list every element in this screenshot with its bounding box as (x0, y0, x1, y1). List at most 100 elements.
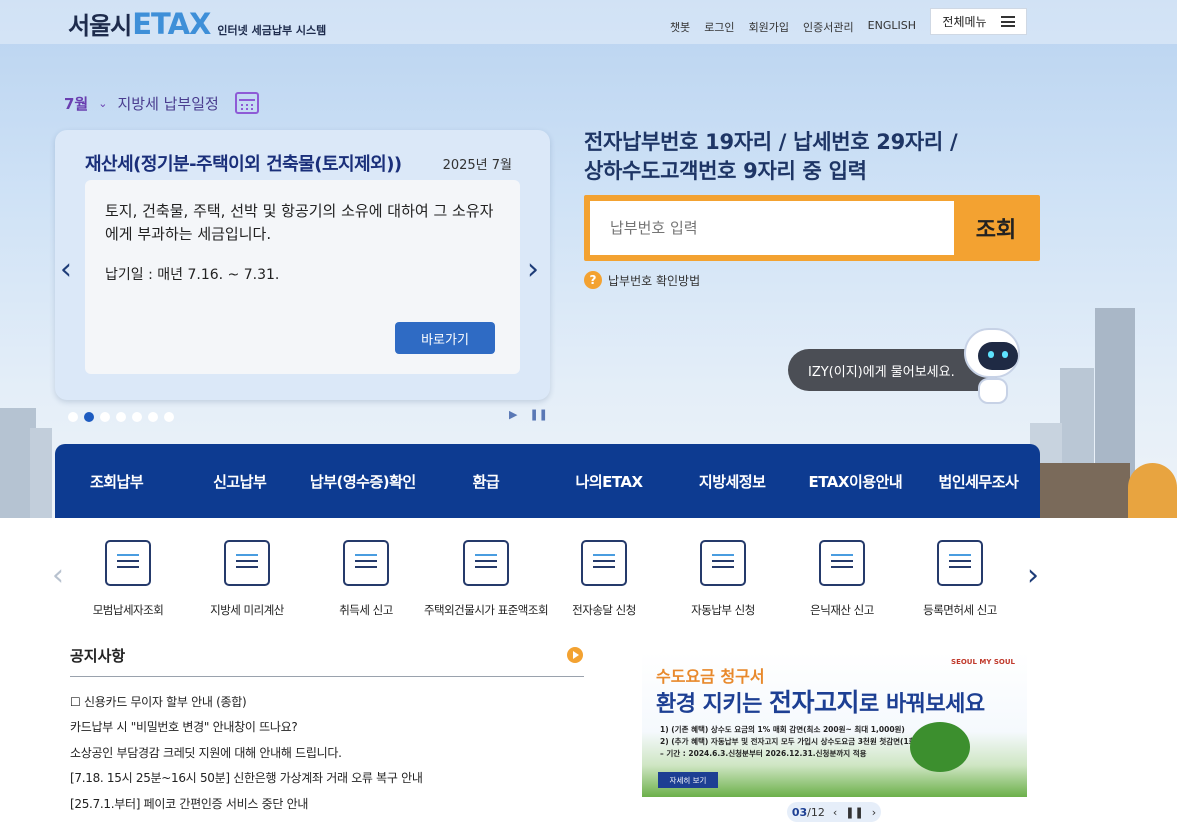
all-menu-label: 전체메뉴 (942, 15, 987, 29)
slide-dot-active[interactable] (84, 412, 94, 422)
schedule-label: 지방세 납부일정 (117, 94, 219, 113)
notice-section: 공지사항 ☐ 신용카드 무이자 할부 안내 (종합) 카드납부 시 "비밀번호 … (70, 645, 584, 817)
quick-item-label: 등록면허세 신고 (923, 603, 997, 617)
go-button[interactable]: 바로가기 (395, 322, 495, 354)
money-bag-icon (819, 540, 865, 586)
slide-dot[interactable] (68, 412, 78, 422)
nav-item-corporate-audit[interactable]: 법인세무조사 (917, 471, 1040, 492)
autumn-tree (1128, 463, 1177, 518)
banner-detail1: 1) (기존 혜택) 상수도 요금의 1% 매회 감면(최소 200원~ 최대 … (660, 725, 905, 734)
search-title-line2: 상하수도고객번호 9자리 중 입력 (584, 159, 867, 183)
quick-item-label: 자동납부 신청 (691, 603, 755, 617)
tax-card-title: 재산세(정기분-주택이외 건축물(토지제외)) (85, 154, 402, 175)
site-logo[interactable]: 서울시 ETAX 인터넷 세금납부 시스템 (68, 6, 326, 41)
quick-item[interactable]: 모범납세자조회 (68, 540, 188, 618)
main-nav: 조회납부 신고납부 납부(영수증)확인 환급 나의ETAX 지방세정보 ETAX… (55, 444, 1040, 518)
tax-card-date: 2025년 7월 (442, 158, 512, 173)
nav-item-inquiry-pay[interactable]: 조회납부 (55, 471, 178, 492)
pager-count: 03/12 (792, 806, 825, 819)
slide-dot[interactable] (100, 412, 110, 422)
search-box: 조회 (584, 195, 1040, 261)
search-button[interactable]: 조회 (956, 201, 1036, 255)
notice-item[interactable]: ☐ 신용카드 무이자 할부 안내 (종합) (70, 690, 584, 715)
notice-item[interactable]: 소상공인 부담경감 크레딧 지원에 대해 안내해 드립니다. (70, 741, 584, 766)
quick-item-label: 주택외건물시가 표준액조회 (423, 603, 549, 617)
city-skyline-left (30, 428, 52, 518)
quick-item-label: 취득세 신고 (339, 603, 393, 617)
quick-next-arrow-icon[interactable]: › (1027, 558, 1039, 593)
slide-dot[interactable] (116, 412, 126, 422)
quick-item-label: 지방세 미리계산 (210, 603, 284, 617)
logo-subtitle: 인터넷 세금납부 시스템 (217, 24, 327, 37)
quick-item-label: 전자송달 신청 (572, 603, 636, 617)
logo-text-seoul: 서울시 (68, 12, 132, 40)
tax-calculator-icon (224, 540, 270, 586)
util-chatbot-link[interactable]: 챗봇 (670, 19, 690, 35)
quick-item[interactable]: 자동납부 신청 (663, 540, 783, 618)
slide-indicator (68, 412, 174, 422)
util-signup-link[interactable]: 회원가입 (749, 19, 789, 35)
notice-item[interactable]: [7.18. 15시 25분~16시 50분] 신한은행 가상계좌 거래 오류 … (70, 766, 584, 791)
banner-detail-button[interactable]: 자세히 보기 (658, 772, 718, 788)
more-arrow-icon[interactable] (567, 647, 583, 663)
quick-item[interactable]: 은닉재산 신고 (782, 540, 902, 618)
slide-dot[interactable] (148, 412, 158, 422)
tax-schedule-card: 재산세(정기분-주택이외 건축물(토지제외)) 2025년 7월 토지, 건축물… (55, 130, 550, 400)
document-edit-icon (937, 540, 983, 586)
hero-section: 서울시 ETAX 인터넷 세금납부 시스템 챗봇 로그인 회원가입 인증서관리 … (0, 0, 1177, 518)
question-icon: ? (584, 271, 602, 289)
nav-item-refund[interactable]: 환급 (424, 471, 547, 492)
nav-item-my-etax[interactable]: 나의ETAX (548, 471, 671, 492)
util-certificate-link[interactable]: 인증서관리 (803, 19, 854, 35)
util-english-link[interactable]: ENGLISH (868, 19, 916, 35)
auto-pay-card-icon (700, 540, 746, 586)
search-title-line1: 전자납부번호 19자리 / 납세번호 29자리 / (584, 130, 958, 154)
notice-item[interactable]: 카드납부 시 "비밀번호 변경" 안내창이 뜨나요? (70, 715, 584, 740)
tax-card-body: 토지, 건축물, 주택, 선박 및 항공기의 소유에 대하여 그 소유자에게 부… (85, 180, 520, 374)
slide-dot[interactable] (164, 412, 174, 422)
util-login-link[interactable]: 로그인 (704, 19, 734, 35)
quick-item[interactable]: 전자송달 신청 (544, 540, 664, 618)
banner-detail3: – 기간 : 2024.6.3.신청분부터 2026.12.31.신청분까지 적… (660, 749, 867, 758)
calendar-icon[interactable] (234, 92, 259, 114)
quick-item[interactable]: 지방세 미리계산 (187, 540, 307, 618)
payment-number-input[interactable] (590, 201, 954, 255)
all-menu-button[interactable]: 전체메뉴 (930, 8, 1027, 35)
banner-detail2: 2) (추가 혜택) 자동납부 및 전자고지 모두 가입시 상수도요금 3천원 … (660, 737, 920, 746)
chatbot-text: IZY(이지)에게 물어보세요. (808, 364, 955, 380)
play-icon[interactable]: ▶ (509, 408, 517, 421)
robot-body (978, 378, 1008, 404)
pause-icon[interactable]: ❚❚ (845, 806, 863, 819)
promo-banner[interactable]: SEOUL MY SOUL 수도요금 청구서 환경 지키는 전자고지로 바꿔보세… (642, 652, 1027, 797)
certificate-search-icon (105, 540, 151, 586)
schedule-selector[interactable]: 7월 ⌄ 지방세 납부일정 (64, 92, 259, 114)
quick-item-label: 은닉재산 신고 (810, 603, 874, 617)
card-prev-arrow-icon[interactable]: ‹ (60, 252, 72, 287)
quick-item[interactable]: 주택외건물시가 표준액조회 (418, 540, 554, 618)
help-label: 납부번호 확인방법 (608, 273, 701, 288)
quick-item[interactable]: 취득세 신고 (306, 540, 426, 618)
quick-item-label: 모범납세자조회 (92, 603, 164, 617)
pager-total: /12 (807, 805, 825, 819)
hamburger-icon (1000, 16, 1015, 27)
schedule-month: 7월 (64, 94, 89, 113)
chevron-left-icon[interactable]: ‹ (833, 806, 837, 819)
quick-prev-arrow-icon[interactable]: ‹ (52, 558, 64, 593)
tax-card-description: 토지, 건축물, 주택, 선박 및 항공기의 소유에 대하여 그 소유자에게 부… (105, 202, 494, 243)
nav-item-receipt[interactable]: 납부(영수증)확인 (301, 471, 424, 492)
robot-face (978, 342, 1018, 370)
pause-icon[interactable]: ❚❚ (529, 408, 547, 421)
notice-item[interactable]: [25.7.1.부터] 페이코 간편인증 서비스 중단 안내 (70, 792, 584, 817)
nav-item-report-pay[interactable]: 신고납부 (178, 471, 301, 492)
quick-item[interactable]: 등록면허세 신고 (900, 540, 1020, 618)
nav-item-local-tax-info[interactable]: 지방세정보 (671, 471, 794, 492)
robot-mascot-icon[interactable] (960, 328, 1030, 408)
banner-headline-c: 로 바꿔보세요 (859, 692, 985, 717)
help-link[interactable]: ? 납부번호 확인방법 (584, 271, 700, 289)
slide-dot[interactable] (132, 412, 142, 422)
chevron-right-icon[interactable]: › (872, 806, 876, 819)
quick-menu: ‹ 모범납세자조회 지방세 미리계산 취득세 신고 주택외건물시가 표준액조회 … (0, 518, 1177, 628)
slide-controls: ▶ ❚❚ (509, 408, 548, 421)
nav-item-etax-guide[interactable]: ETAX이용안내 (794, 471, 917, 492)
card-next-arrow-icon[interactable]: › (527, 252, 539, 287)
